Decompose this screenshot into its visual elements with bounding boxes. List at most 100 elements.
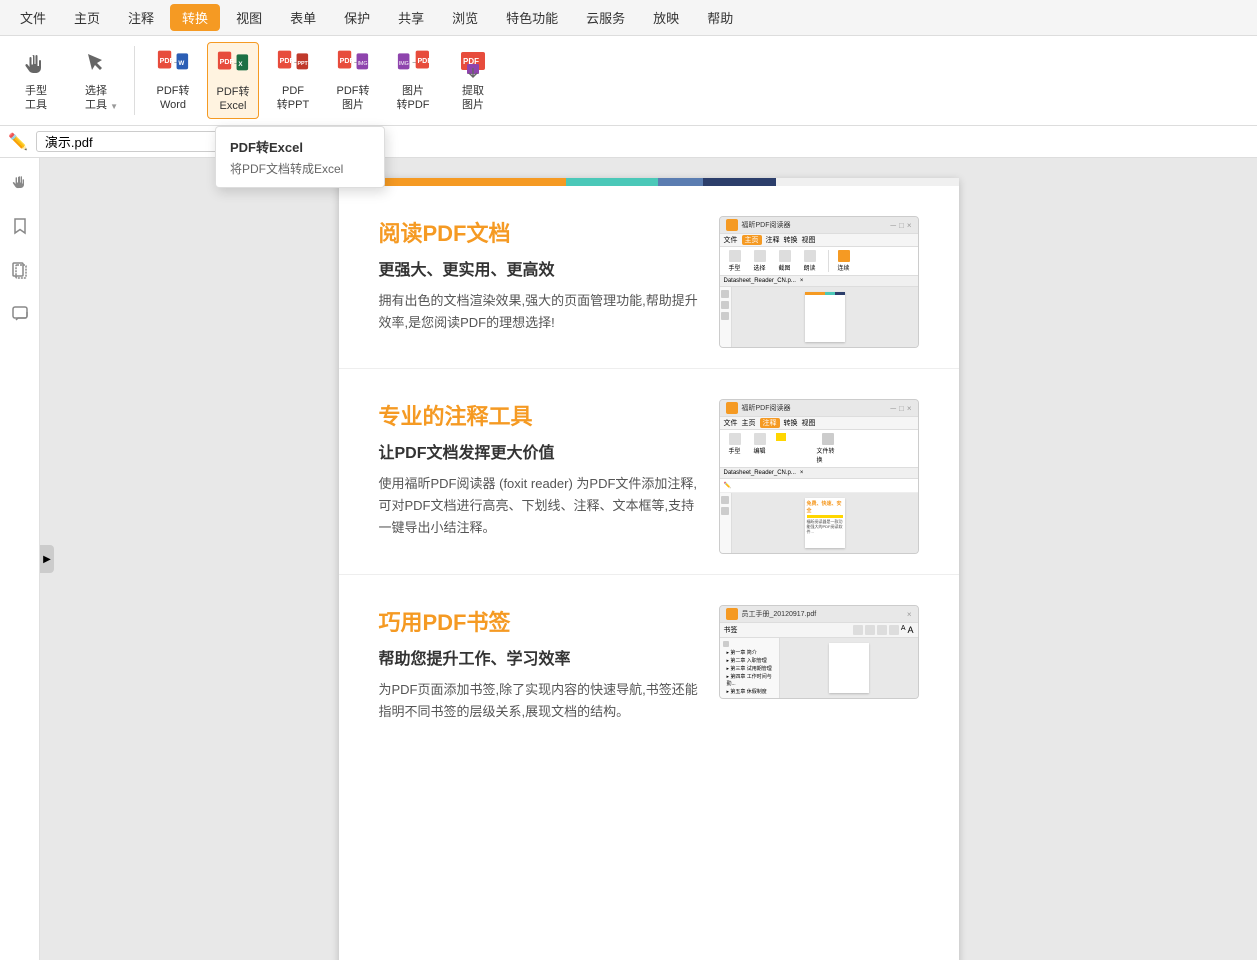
mini-tab-close-1: × xyxy=(800,278,804,284)
pdf-to-excel-button[interactable]: PDF → X PDF转Excel xyxy=(207,42,259,119)
sidebar-comment-icon[interactable] xyxy=(6,300,34,328)
mini-window-controls-2: ─ □ × xyxy=(890,404,911,413)
file-path-input[interactable] xyxy=(36,131,236,152)
pdf-ppt-icon: PDF → PPT xyxy=(277,48,309,80)
mini-left-sidebar-1 xyxy=(720,287,732,347)
menu-convert[interactable]: 转换 xyxy=(170,4,220,31)
mini-tool-5: 连续 xyxy=(833,250,855,272)
mini-menu-convert-2: 转换 xyxy=(784,418,798,428)
mini-menu-home-2: 主页 xyxy=(742,418,756,428)
sidebar-pages-icon[interactable] xyxy=(6,256,34,284)
mini-left-sidebar-2 xyxy=(720,493,732,553)
collapse-panel-button[interactable]: ▶ xyxy=(40,545,54,573)
mini-bm-row0 xyxy=(723,641,776,647)
mini-bm-list: ▸ 第一章 简介 ▸ 第二章 入职管理 ▸ 第三章 试用期管理 ▸ 第四章 工作… xyxy=(723,649,776,695)
menu-file[interactable]: 文件 xyxy=(8,4,58,31)
mini-title-bar-2: 福昕PDF阅读器 ─ □ × xyxy=(720,400,918,417)
extract-image-button[interactable]: PDF 提取图片 xyxy=(447,42,499,117)
menu-protect[interactable]: 保护 xyxy=(332,4,382,31)
hand-icon xyxy=(20,48,52,80)
mini-note-icon xyxy=(776,442,786,450)
mini-window-controls: ─ □ × xyxy=(890,221,911,230)
section-annotation-right: 福昕PDF阅读器 ─ □ × 文件 主页 注释 xyxy=(719,399,919,554)
image-to-pdf-button[interactable]: IMG → PDF 图片转PDF xyxy=(387,42,439,117)
mini-doc-page-2: 免费、快速、安全 福昕阅读器是一款功能强大的PDF阅读软件... xyxy=(805,498,845,548)
mini-tab-label-1: Datasheet_Reader_CN.p... xyxy=(724,278,796,284)
hand-tool-button[interactable]: 手型工具 xyxy=(10,42,62,117)
mini-bm-item-1: ▸ 第一章 简介 xyxy=(727,649,776,656)
mini-highlight-bar xyxy=(807,515,843,518)
pdf-excel-icon: PDF → X xyxy=(217,49,249,81)
address-bar: ✏️ xyxy=(0,126,1257,158)
mini-bm-icon-4 xyxy=(889,625,899,635)
mini-bm-icon-1 xyxy=(853,625,863,635)
sidebar-hand-icon[interactable] xyxy=(6,168,34,196)
svg-text:PDF: PDF xyxy=(417,57,429,65)
mini-bm-icon-2 xyxy=(865,625,875,635)
pdf-to-image-button[interactable]: PDF → IMG PDF转图片 xyxy=(327,42,379,117)
mini-logo-3 xyxy=(726,608,738,620)
top-bar-navy xyxy=(703,178,776,186)
mini-strikethrough-icon xyxy=(800,433,810,441)
mini-annot-row1 xyxy=(776,433,810,441)
mini-menu-view-2: 视图 xyxy=(802,418,816,428)
menu-cloud[interactable]: 云服务 xyxy=(574,4,637,31)
mini-bm-aa2: A xyxy=(907,625,913,635)
pdf-section-annotation: 专业的注释工具 让PDF文档发挥更大价值 使用福昕PDF阅读器 (foxit r… xyxy=(339,369,959,575)
mini-menu-file-2: 文件 xyxy=(724,418,738,428)
pdf-section-read: 阅读PDF文档 更强大、更实用、更高效 拥有出色的文档渲染效果,强大的页面管理功… xyxy=(339,186,959,369)
mini-doc-area-2: 免费、快速、安全 福昕阅读器是一款功能强大的PDF阅读软件... xyxy=(732,493,918,553)
mini-sidebar-icon-1 xyxy=(721,290,729,298)
menu-share[interactable]: 共享 xyxy=(386,4,436,31)
cursor-icon xyxy=(80,48,112,80)
mini-app-name-3: 员工手册_20120917.pdf xyxy=(742,609,817,619)
menu-features[interactable]: 特色功能 xyxy=(494,4,570,31)
dropdown-title: PDF转Excel xyxy=(230,137,370,156)
section-read-content: 阅读PDF文档 更强大、更实用、更高效 拥有出色的文档渲染效果,强大的页面管理功… xyxy=(379,216,919,348)
pdf-to-ppt-button[interactable]: PDF → PPT PDF转PPT xyxy=(267,42,319,117)
mini-tool-group2: 连续 xyxy=(828,250,855,272)
pdf-to-image-label: PDF转图片 xyxy=(337,84,370,113)
section-read-right: 福昕PDF阅读器 ─ □ × 文件 主页 注释 xyxy=(719,216,919,348)
menu-slideshow[interactable]: 放映 xyxy=(641,4,691,31)
mini-menu-annotate-active: 注释 xyxy=(760,418,780,428)
mini-bm-file-icon xyxy=(723,641,729,647)
mini-window-controls-3: × xyxy=(907,610,912,619)
pdf-excel-dropdown: PDF转Excel 将PDF文档转成Excel xyxy=(215,126,385,188)
mini-content-2: 免费、快速、安全 福昕阅读器是一款功能强大的PDF阅读软件... xyxy=(720,493,918,553)
mini-content-1 xyxy=(720,287,918,347)
mini-toolbar-1: 手型 选择 截图 朗读 连续 xyxy=(720,247,918,276)
mini-bm-item-2: ▸ 第二章 入职管理 xyxy=(727,657,776,664)
mini-pencil-bar: ✏️ xyxy=(720,479,918,493)
pdf-top-color-bar xyxy=(339,178,959,186)
mini-doc-title: 免费、快速、安全 xyxy=(807,500,843,514)
menu-bar: 文件 主页 注释 转换 视图 表单 保护 共享 浏览 特色功能 云服务 放映 帮… xyxy=(0,0,1257,36)
section-annotation-title: 专业的注释工具 xyxy=(379,399,699,431)
menu-help[interactable]: 帮助 xyxy=(695,4,745,31)
menu-home[interactable]: 主页 xyxy=(62,4,112,31)
mini-bar-orange xyxy=(805,292,825,295)
menu-view[interactable]: 视图 xyxy=(224,4,274,31)
section-bookmark-text: 为PDF页面添加书签,除了实现内容的快速导航,书签还能指明不同书签的层级关系,展… xyxy=(379,679,699,723)
select-tool-button[interactable]: 选择工具 ▼ xyxy=(70,42,122,117)
menu-annotation[interactable]: 注释 xyxy=(116,4,166,31)
top-bar-teal xyxy=(566,178,657,186)
mini-bm-item-5: ▸ 第五章 休假制度 xyxy=(727,688,776,695)
svg-text:IMG: IMG xyxy=(399,61,409,67)
mini-bm-icons: A A xyxy=(853,625,914,635)
mini-convert-tool: 文件转换 xyxy=(817,433,839,464)
pdf-to-excel-label: PDF转Excel xyxy=(217,85,250,114)
mini-sidebar-icon-3 xyxy=(721,312,729,320)
section-annotation-text: 使用福昕PDF阅读器 (foxit reader) 为PDF文件添加注释,可对P… xyxy=(379,473,699,539)
pdf-to-word-button[interactable]: PDF → W PDF转Word xyxy=(147,42,199,117)
mini-app-name-2: 福昕PDF阅读器 xyxy=(742,403,791,413)
menu-form[interactable]: 表单 xyxy=(278,4,328,31)
mini-annot-row2 xyxy=(776,442,810,450)
mini-menu-convert: 转换 xyxy=(784,235,798,245)
extract-icon: PDF xyxy=(457,48,489,80)
sidebar-bookmark-icon[interactable] xyxy=(6,212,34,240)
menu-browse[interactable]: 浏览 xyxy=(440,4,490,31)
mini-underline-icon xyxy=(788,433,798,441)
section-read-title: 阅读PDF文档 xyxy=(379,216,699,248)
mini-content-3: ▸ 第一章 简介 ▸ 第二章 入职管理 ▸ 第三章 试用期管理 ▸ 第四章 工作… xyxy=(720,638,918,698)
